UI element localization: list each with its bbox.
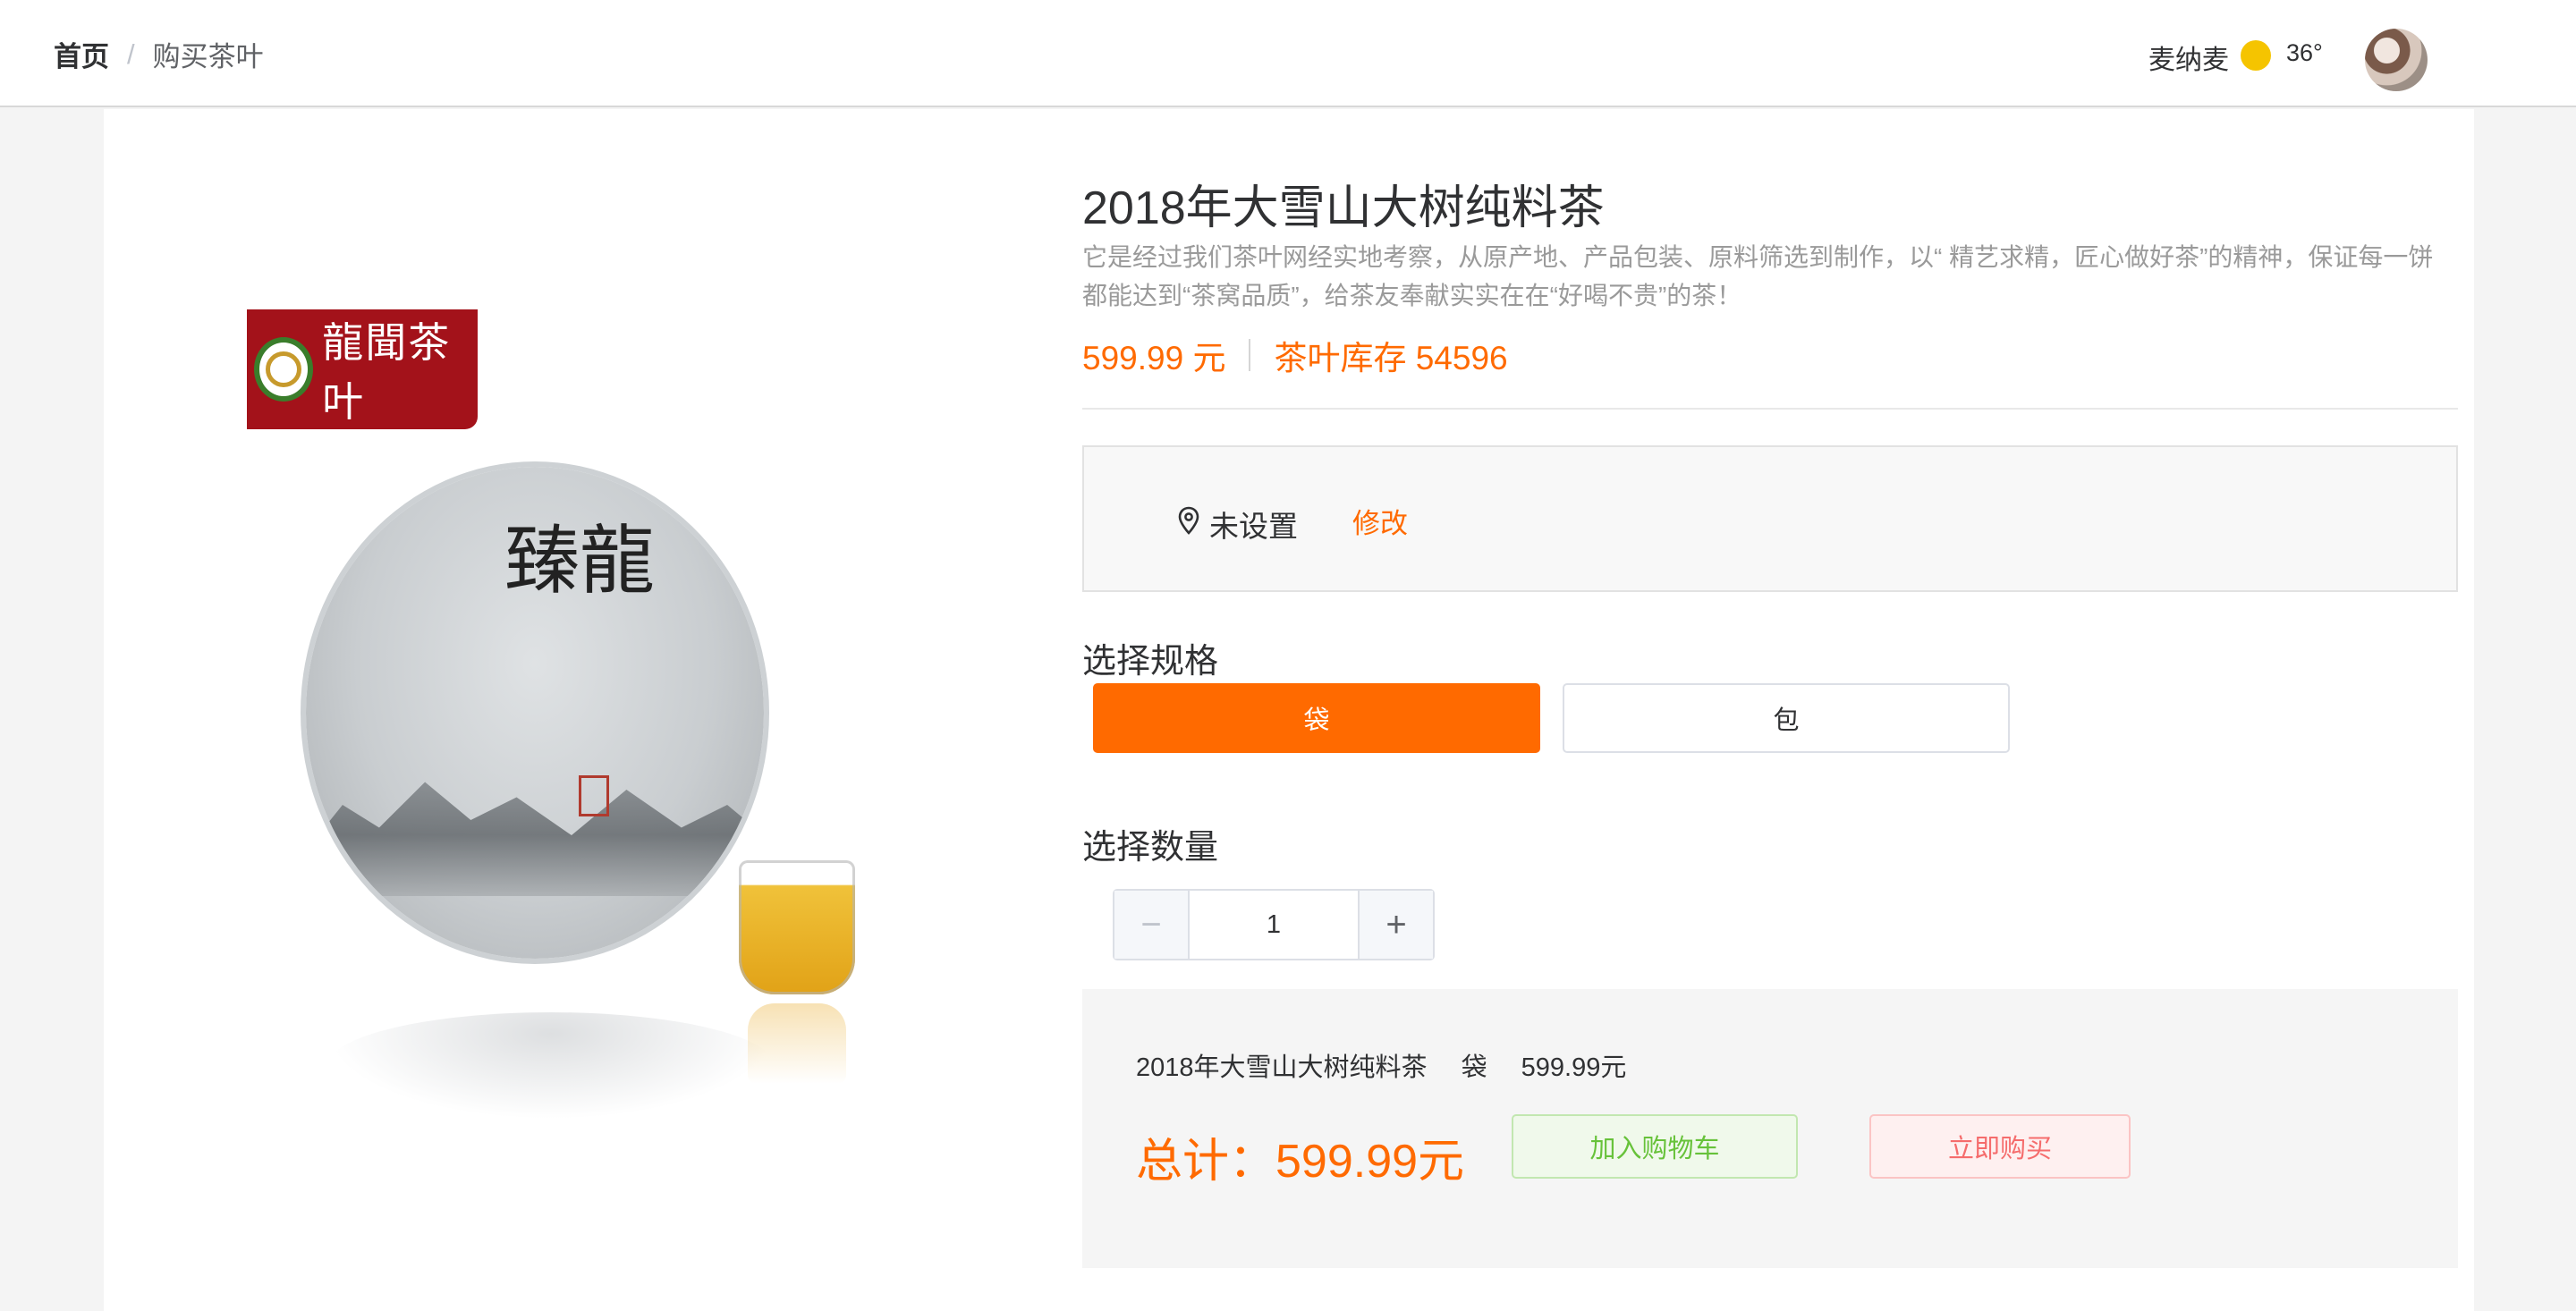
summary-total: 总计：599.99元 xyxy=(1136,1136,1465,1188)
add-to-cart-button[interactable]: 加入购物车 xyxy=(1512,1114,1798,1179)
brand-logo: 龍聞茶叶 xyxy=(247,309,478,429)
product-title: 2018年大雪山大树纯料茶 xyxy=(1082,182,1605,234)
product-description: 它是经过我们茶叶网经实地考察，从原产地、产品包装、原料筛选到制作，以“ 精艺求精… xyxy=(1082,243,2434,309)
top-header: 首页 / 购买茶叶 麦纳麦 36° xyxy=(0,0,2576,107)
order-summary: 2018年大雪山大树纯料茶 袋 599.99元 总计：599.99元 加入购物车… xyxy=(1082,989,2458,1268)
breadcrumb: 首页 / 购买茶叶 xyxy=(54,34,264,74)
summary-line: 2018年大雪山大树纯料茶 袋 599.99元 xyxy=(1136,1046,1653,1084)
buy-now-button[interactable]: 立即购买 xyxy=(1869,1114,2131,1179)
product-card: 龍聞茶叶 臻龍 2018年大雪山大树纯料茶 它是经过我们茶叶网经实地考察，从原产… xyxy=(104,109,2474,1311)
summary-price: 599.99元 xyxy=(1521,1053,1627,1082)
temperature: 36° xyxy=(2286,39,2323,66)
breadcrumb-current: 购买茶叶 xyxy=(152,41,264,72)
increase-button[interactable]: + xyxy=(1358,891,1433,959)
product-stock: 茶叶库存 54596 xyxy=(1274,340,1508,376)
tea-cake-image: 臻龍 xyxy=(306,467,764,959)
quantity-input[interactable]: 1 xyxy=(1190,891,1358,959)
mountain-painting xyxy=(306,782,764,896)
avatar[interactable] xyxy=(2365,29,2428,91)
breadcrumb-home-link[interactable]: 首页 xyxy=(54,34,109,74)
summary-product-name: 2018年大雪山大树纯料茶 xyxy=(1136,1053,1428,1082)
tea-cup-image xyxy=(739,860,855,994)
tea-cake-title: 臻龍 xyxy=(504,517,656,605)
spec-label: 选择规格 xyxy=(1082,643,1219,681)
brand-logo-text: 龍聞茶叶 xyxy=(322,318,452,426)
price-divider xyxy=(1249,339,1251,371)
edit-address-link[interactable]: 修改 xyxy=(1352,501,1408,541)
product-price: 599.99 元 xyxy=(1082,340,1226,376)
address-box: 未设置 修改 xyxy=(1082,445,2458,592)
location-pin-icon xyxy=(1178,506,1199,535)
summary-spec: 袋 xyxy=(1461,1053,1487,1082)
user-name[interactable]: 麦纳麦 xyxy=(2148,38,2229,77)
sun-icon xyxy=(2241,40,2271,71)
spec-option-pack[interactable]: 包 xyxy=(1563,683,2010,753)
tea-cake-reflection xyxy=(327,1012,775,1120)
breadcrumb-separator: / xyxy=(127,38,135,70)
brand-seal-icon xyxy=(254,337,314,402)
decrease-button[interactable]: − xyxy=(1114,891,1190,959)
address-value: 未设置 xyxy=(1209,510,1298,543)
quantity-stepper: − 1 + xyxy=(1113,889,1435,960)
red-stamp-icon xyxy=(579,775,609,816)
tea-cup-reflection xyxy=(748,1003,846,1084)
price-row: 599.99 元 茶叶库存 54596 xyxy=(1082,331,1508,379)
spec-option-bag[interactable]: 袋 xyxy=(1093,683,1540,753)
divider xyxy=(1082,408,2458,410)
quantity-label: 选择数量 xyxy=(1082,829,1219,867)
